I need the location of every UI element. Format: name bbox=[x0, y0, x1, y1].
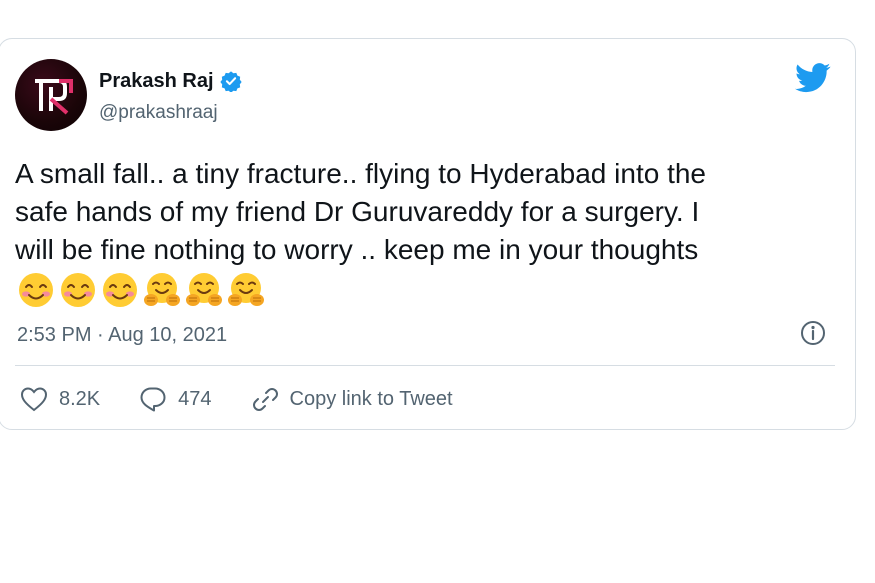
reply-count: 474 bbox=[178, 388, 212, 410]
reply-bubble-icon bbox=[138, 385, 168, 413]
reply-button[interactable]: 474 bbox=[138, 385, 212, 413]
tweet-emoji-row bbox=[17, 271, 265, 309]
hugging-face-emoji bbox=[143, 271, 181, 309]
tweet-text: A small fall.. a tiny fracture.. flying … bbox=[15, 158, 707, 265]
hugging-face-emoji bbox=[185, 271, 223, 309]
tweet-embed-card[interactable]: Prakash Raj @prakashraaj A small fall.. … bbox=[0, 38, 856, 430]
author-name-row[interactable]: Prakash Raj bbox=[99, 69, 242, 93]
like-button[interactable]: 8.2K bbox=[19, 385, 100, 413]
like-count: 8.2K bbox=[59, 388, 101, 410]
copy-link-button[interactable]: Copy link to Tweet bbox=[250, 385, 453, 413]
author-name[interactable]: Prakash Raj bbox=[99, 69, 214, 93]
smiling-face-emoji bbox=[59, 271, 97, 309]
tweet-action-bar: 8.2K 474 Copy link to Tweet bbox=[19, 385, 491, 413]
author-handle[interactable]: @prakashraaj bbox=[99, 101, 218, 125]
copy-link-label: Copy link to Tweet bbox=[289, 388, 453, 410]
author-avatar[interactable] bbox=[15, 59, 87, 131]
info-icon[interactable] bbox=[799, 319, 827, 347]
smiling-face-emoji bbox=[101, 271, 139, 309]
twitter-bird-icon[interactable] bbox=[795, 63, 831, 93]
avatar-monogram-logo bbox=[35, 79, 73, 115]
smiling-face-emoji bbox=[17, 271, 55, 309]
heart-icon bbox=[19, 385, 49, 413]
tweet-timestamp[interactable]: 2:53 PM · Aug 10, 2021 bbox=[17, 323, 227, 347]
verified-badge-icon bbox=[219, 70, 242, 93]
link-icon bbox=[250, 385, 280, 413]
action-divider bbox=[15, 365, 835, 366]
hugging-face-emoji bbox=[227, 271, 265, 309]
